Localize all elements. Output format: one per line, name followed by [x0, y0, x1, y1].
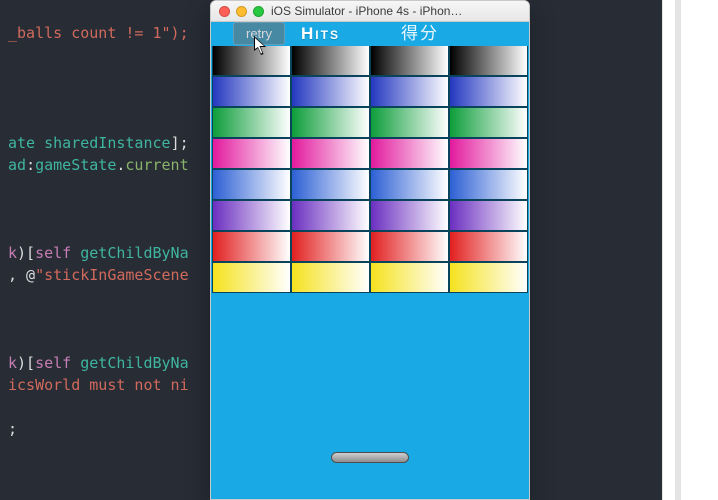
- hud-bar: retry Hits 得分: [211, 22, 529, 46]
- brick: [292, 201, 369, 230]
- brick: [292, 139, 369, 168]
- retry-button[interactable]: retry: [233, 22, 285, 45]
- code-fragment: ad: [8, 156, 26, 174]
- brick: [450, 232, 527, 261]
- brick: [450, 263, 527, 292]
- brick: [371, 263, 448, 292]
- brick: [213, 77, 290, 106]
- brick: [292, 77, 369, 106]
- brick: [292, 108, 369, 137]
- code-fragment: _balls count != 1");: [8, 24, 189, 42]
- editor-right-margin: [662, 0, 718, 500]
- brick: [213, 170, 290, 199]
- code-fragment: icsWorld must not ni: [8, 376, 189, 394]
- brick: [292, 46, 369, 75]
- brick: [450, 108, 527, 137]
- score-label: 得分: [401, 22, 439, 46]
- window-traffic-lights: [211, 6, 264, 17]
- brick: [213, 46, 290, 75]
- code-fragment: ;: [8, 420, 17, 438]
- close-icon[interactable]: [219, 6, 230, 17]
- brick: [450, 201, 527, 230]
- zoom-icon[interactable]: [253, 6, 264, 17]
- brick: [292, 232, 369, 261]
- brick: [292, 170, 369, 199]
- brick: [371, 108, 448, 137]
- brick: [371, 232, 448, 261]
- brick: [292, 263, 369, 292]
- brick: [213, 232, 290, 261]
- brick: [450, 46, 527, 75]
- brick: [371, 77, 448, 106]
- brick: [213, 201, 290, 230]
- simulator-titlebar[interactable]: iOS Simulator - iPhone 4s - iPhone 4s...: [211, 1, 529, 22]
- code-fragment: ate sharedInstance: [8, 134, 171, 152]
- simulator-window: iOS Simulator - iPhone 4s - iPhone 4s...…: [210, 0, 530, 500]
- hits-label: Hits: [301, 22, 340, 46]
- playfield[interactable]: [211, 292, 529, 499]
- minimize-icon[interactable]: [236, 6, 247, 17]
- brick: [213, 108, 290, 137]
- brick: [371, 139, 448, 168]
- brick: [213, 139, 290, 168]
- brick: [371, 170, 448, 199]
- brick: [371, 46, 448, 75]
- game-area: retry Hits 得分: [211, 22, 529, 499]
- brick: [213, 263, 290, 292]
- brick-grid: [211, 46, 529, 292]
- brick: [450, 170, 527, 199]
- brick: [450, 139, 527, 168]
- brick: [450, 77, 527, 106]
- paddle[interactable]: [331, 452, 409, 463]
- brick: [371, 201, 448, 230]
